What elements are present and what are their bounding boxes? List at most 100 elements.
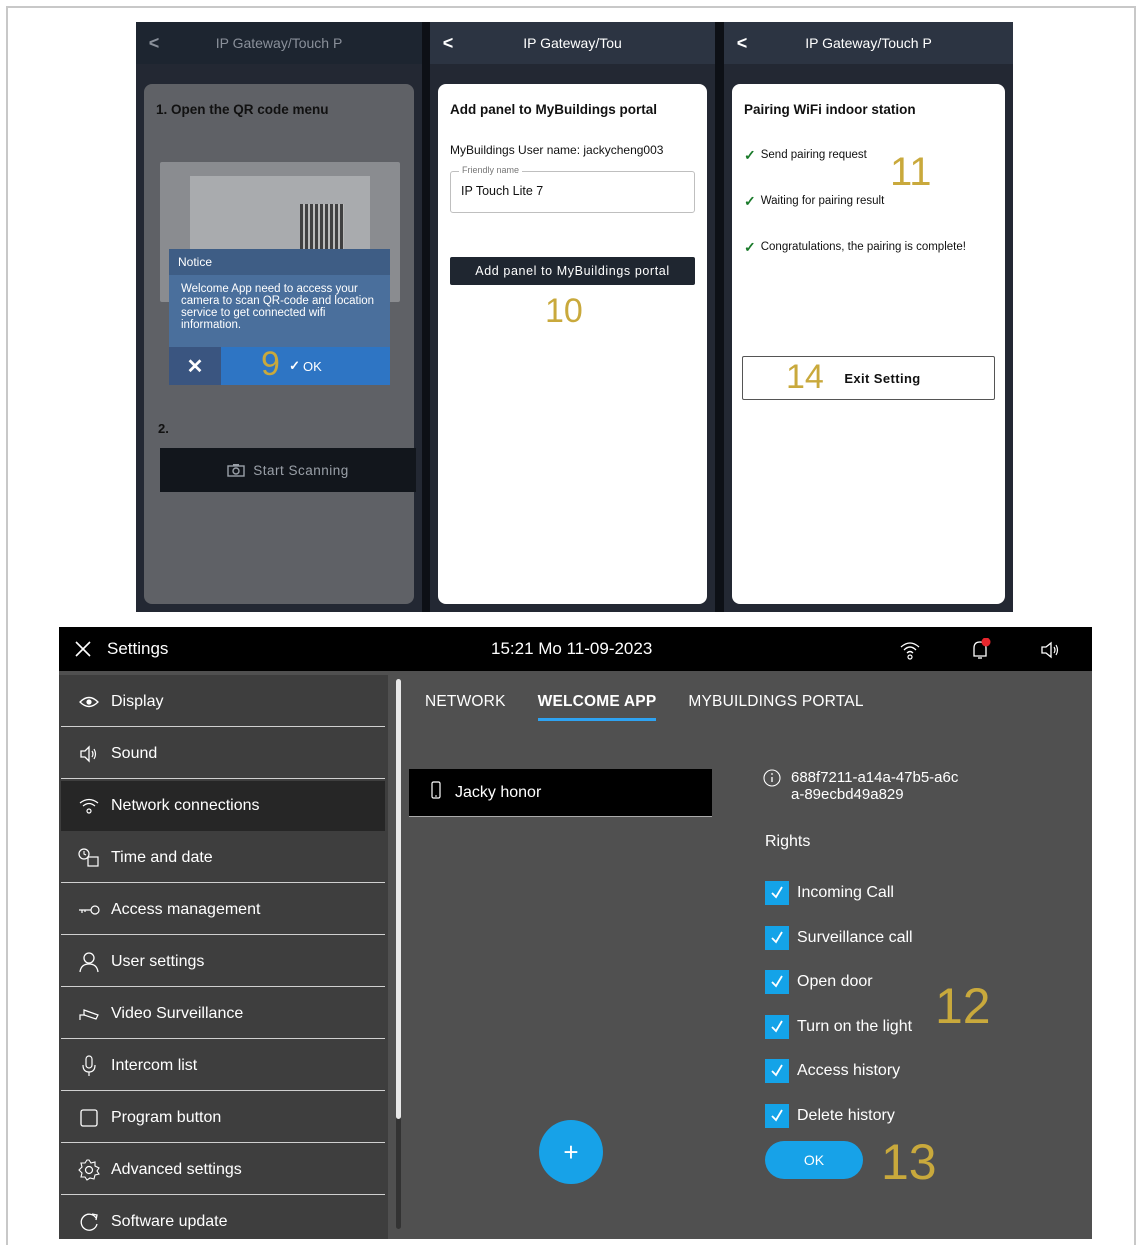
settings-sidebar: Display Sound Network connections Time a… — [59, 675, 388, 1239]
tab-bar: NETWORK WELCOME APP MYBUILDINGS PORTAL — [425, 693, 864, 721]
speaker-icon — [77, 744, 101, 763]
speaker-icon[interactable] — [1037, 637, 1063, 663]
step-heading: 1. Open the QR code menu — [156, 102, 329, 117]
rights-list: Incoming Call Surveillance call Open doo… — [765, 871, 913, 1138]
add-device-button[interactable]: + — [539, 1120, 603, 1184]
annotation-12: 12 — [935, 978, 991, 1034]
right-access-history[interactable]: Access history — [765, 1049, 913, 1094]
right-open-door[interactable]: Open door — [765, 960, 913, 1005]
tab-welcome-app[interactable]: WELCOME APP — [537, 693, 657, 721]
microphone-icon — [77, 1054, 101, 1077]
gear-icon — [77, 1158, 101, 1181]
start-scanning-label: Start Scanning — [253, 462, 349, 478]
wifi-icon[interactable] — [897, 637, 923, 663]
check-icon: ✓ — [744, 192, 756, 209]
checkbox-checked-icon[interactable] — [765, 881, 789, 906]
sidebar-item-advanced-settings[interactable]: Advanced settings — [61, 1145, 385, 1195]
phone-title: IP Gateway/Touch P — [215, 35, 343, 51]
eye-icon — [77, 695, 101, 709]
dialog-ok-label: OK — [303, 358, 322, 374]
device-id-info: 688f7211-a14a-47b5-a6ca-89ecbd49a829 — [763, 769, 983, 803]
sidebar-item-time-date[interactable]: Time and date — [61, 833, 385, 883]
card-heading: Pairing WiFi indoor station — [744, 102, 916, 117]
right-surveillance-call[interactable]: Surveillance call — [765, 916, 913, 961]
qr-code-icon — [300, 204, 344, 254]
step2-label: 2. — [158, 421, 169, 436]
phone-title: IP Gateway/Touch P — [805, 35, 932, 51]
device-name: Jacky honor — [455, 783, 542, 801]
right-delete-history[interactable]: Delete history — [765, 1094, 913, 1139]
check-icon: ✓ — [744, 238, 756, 255]
device-list-item[interactable]: Jacky honor — [409, 769, 712, 817]
dialog-message: Welcome App need to access your camera t… — [181, 283, 375, 331]
ok-button[interactable]: OK — [765, 1141, 863, 1179]
square-icon — [77, 1108, 101, 1127]
card-heading: Add panel to MyBuildings portal — [450, 102, 657, 117]
settings-screen: Settings 15:21 Mo 11-09-2023 Display Sou… — [59, 627, 1092, 1239]
friendly-name-label: Friendly name — [459, 165, 523, 175]
annotation-9: 9 — [261, 345, 280, 383]
refresh-icon — [77, 1212, 101, 1232]
device-id: 688f7211-a14a-47b5-a6ca-89ecbd49a829 — [791, 769, 959, 803]
pairing-step: ✓ Waiting for pairing result — [744, 192, 885, 209]
tab-network[interactable]: NETWORK — [425, 693, 506, 721]
sidebar-item-access[interactable]: Access management — [61, 885, 385, 935]
clock-calendar-icon — [77, 847, 101, 868]
sidebar-item-network[interactable]: Network connections — [61, 781, 385, 831]
key-icon — [77, 904, 101, 916]
dialog-cancel-button[interactable]: ✕ — [169, 347, 221, 385]
sidebar-scroll-thumb[interactable] — [396, 679, 401, 1119]
pairing-step: ✓ Congratulations, the pairing is complet… — [744, 238, 966, 255]
start-scanning-button[interactable]: Start Scanning — [160, 448, 416, 492]
phone-qr-scan: < IP Gateway/Touch P 1. Open the QR code… — [136, 22, 422, 612]
annotation-13: 13 — [881, 1134, 937, 1190]
exit-setting-button[interactable]: Exit Setting — [742, 356, 995, 400]
info-icon — [763, 769, 781, 803]
checkbox-checked-icon[interactable] — [765, 1014, 789, 1039]
phone-header: < IP Gateway/Tou — [430, 22, 715, 64]
checkbox-checked-icon[interactable] — [765, 1059, 789, 1084]
exit-setting-label: Exit Setting — [844, 370, 921, 386]
tab-mybuildings-portal[interactable]: MYBUILDINGS PORTAL — [688, 693, 863, 721]
dialog-title: Notice — [169, 249, 390, 275]
annotation-10: 10 — [545, 292, 583, 330]
close-icon[interactable] — [59, 640, 107, 658]
add-panel-card: Add panel to MyBuildings portal MyBuildi… — [438, 84, 707, 604]
right-turn-on-light[interactable]: Turn on the light — [765, 1005, 913, 1050]
checkbox-checked-icon[interactable] — [765, 970, 789, 995]
user-icon — [77, 951, 101, 973]
wifi-icon — [77, 797, 101, 815]
notification-bell-icon[interactable] — [967, 637, 993, 663]
sidebar-item-software-update[interactable]: Software update — [61, 1197, 385, 1239]
sidebar-item-video-surveillance[interactable]: Video Surveillance — [61, 989, 385, 1039]
phone-screenshots: < IP Gateway/Touch P 1. Open the QR code… — [136, 22, 1013, 612]
back-arrow-icon[interactable]: < — [724, 33, 760, 54]
friendly-name-value: IP Touch Lite 7 — [461, 184, 544, 198]
sidebar-item-program-button[interactable]: Program button — [61, 1093, 385, 1143]
back-arrow-icon[interactable]: < — [430, 33, 466, 54]
camera-icon — [77, 1006, 101, 1022]
camera-icon — [227, 464, 245, 477]
datetime: 15:21 Mo 11-09-2023 — [491, 639, 653, 658]
annotation-14: 14 — [786, 358, 824, 396]
check-icon: ✓ — [744, 146, 756, 163]
annotation-11: 11 — [890, 150, 932, 194]
sidebar-item-intercom-list[interactable]: Intercom list — [61, 1041, 385, 1091]
phone-icon — [431, 781, 441, 804]
friendly-name-field[interactable]: Friendly name IP Touch Lite 7 — [450, 165, 695, 213]
back-arrow-icon[interactable]: < — [136, 33, 172, 54]
phone-title: IP Gateway/Tou — [523, 35, 622, 51]
phone-header: < IP Gateway/Touch P — [724, 22, 1013, 64]
sidebar-item-sound[interactable]: Sound — [61, 729, 385, 779]
sidebar-item-display[interactable]: Display — [61, 677, 385, 727]
checkbox-checked-icon[interactable] — [765, 925, 789, 950]
username-text: MyBuildings User name: jackycheng003 — [450, 143, 664, 157]
phone-pairing: < IP Gateway/Touch P Pairing WiFi indoor… — [724, 22, 1013, 612]
settings-title: Settings — [107, 639, 169, 658]
pairing-step: ✓ Send pairing request — [744, 146, 867, 163]
checkbox-checked-icon[interactable] — [765, 1103, 789, 1128]
right-incoming-call[interactable]: Incoming Call — [765, 871, 913, 916]
dialog-ok-button[interactable]: ✓ OK — [221, 347, 390, 385]
sidebar-item-user-settings[interactable]: User settings — [61, 937, 385, 987]
add-panel-button[interactable]: Add panel to MyBuildings portal — [450, 257, 695, 285]
